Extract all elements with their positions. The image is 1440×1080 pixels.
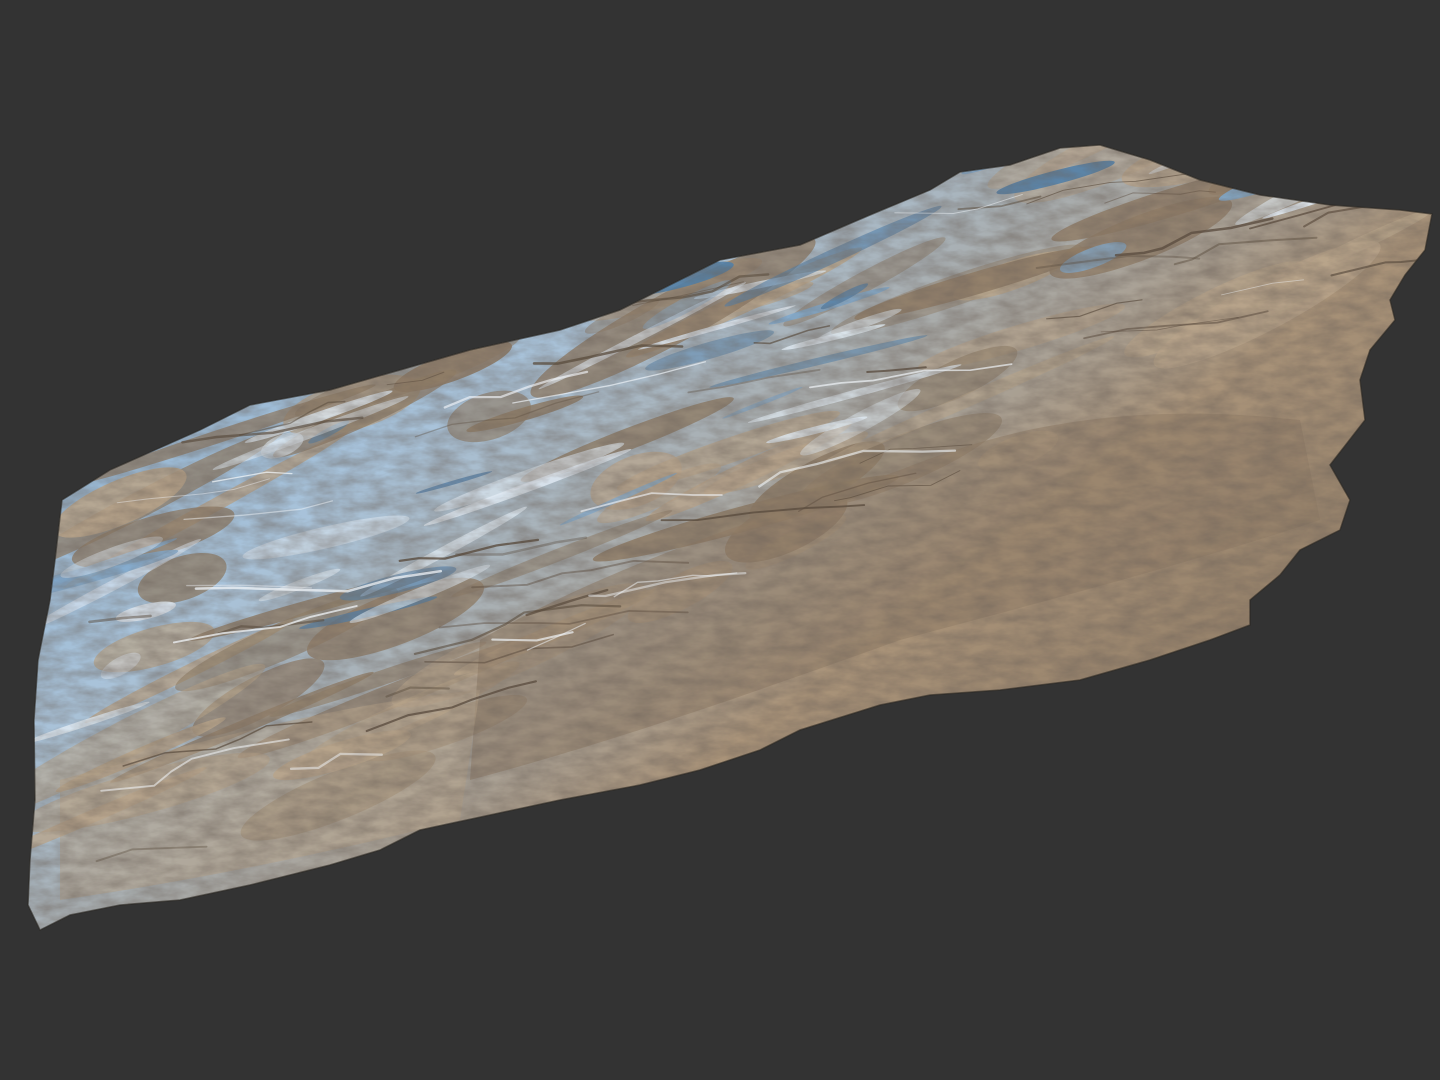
snow-streak [364, 145, 585, 201]
crack-line [978, 55, 1148, 92]
crack-line [1308, 145, 1432, 152]
snow-streak [583, 81, 796, 138]
crack-line [208, 315, 317, 354]
crack-line [903, 12, 946, 29]
crack-line [155, 310, 324, 346]
crack-line [933, 0, 1101, 25]
snow-streak [563, 220, 724, 269]
snow-streak [1036, 5, 1189, 96]
crack-line [1043, 13, 1231, 23]
crack-line [1347, 52, 1440, 70]
rock-band [1208, 145, 1432, 195]
snow-streak [610, 0, 758, 35]
snow-streak [1292, 18, 1440, 111]
crack-line [778, 211, 865, 223]
crack-line [65, 348, 248, 391]
crack-line [1309, 145, 1432, 187]
snow-streak [585, 0, 782, 73]
crack-line [387, 267, 535, 305]
snow-streak [1106, 15, 1302, 72]
snow-streak [530, 225, 641, 264]
crack-line [241, 273, 423, 297]
crack-line [542, 243, 612, 258]
crack-line [1134, 40, 1239, 79]
crack-line [530, 98, 669, 135]
crack-line [1219, 42, 1283, 62]
crack-line [438, 146, 596, 176]
crack-line [1117, 56, 1211, 77]
crack-line [440, 253, 570, 280]
crack-line [394, 148, 489, 180]
terrain-surface [28, 0, 1440, 930]
crack-line [623, 157, 784, 194]
snow-streak [976, 0, 1081, 61]
crack-line [454, 258, 563, 270]
snow-streak [692, 0, 887, 79]
crack-line [852, 46, 983, 66]
crack-line [173, 386, 273, 404]
crack-line [300, 293, 464, 307]
crack-line [674, 150, 851, 195]
crack-line [1344, 0, 1440, 11]
crack-line [635, 145, 801, 159]
crack-line [719, 25, 781, 49]
snow-streak [28, 371, 168, 431]
crack-line [880, 12, 1048, 49]
crack-line [1315, 40, 1440, 65]
crack-line [516, 92, 659, 116]
crack-line [770, 67, 920, 105]
crack-line [827, 26, 990, 53]
crack-line [1413, 41, 1440, 89]
crack-line [1187, 59, 1358, 100]
crack-line [103, 359, 263, 385]
crack-line [182, 312, 254, 317]
crack-line [1370, 89, 1440, 135]
snow-streak [1061, 76, 1265, 145]
snow-streak [1148, 145, 1328, 175]
snow-streak [697, 0, 912, 27]
snow-streak [850, 35, 941, 70]
3d-viewport[interactable] [0, 0, 1440, 1080]
crack-line [459, 297, 584, 323]
terrain-model[interactable] [0, 0, 1440, 1080]
crack-line [835, 120, 883, 132]
crack-line [1364, 145, 1432, 184]
crack-line [375, 208, 430, 221]
crack-line [352, 210, 446, 225]
crack-line [360, 280, 460, 318]
crack-line [452, 225, 551, 232]
crack-line [1324, 145, 1432, 151]
crack-line [370, 305, 451, 326]
snow-streak [753, 47, 949, 101]
crack-line [1013, 72, 1269, 103]
crack-line [1360, 61, 1440, 101]
crack-line [713, 145, 810, 151]
crack-line [1133, 41, 1235, 54]
crack-line [1240, 102, 1331, 121]
crack-line [929, 145, 1022, 151]
snow-streak [1223, 35, 1277, 65]
crack-line [1110, 84, 1298, 113]
